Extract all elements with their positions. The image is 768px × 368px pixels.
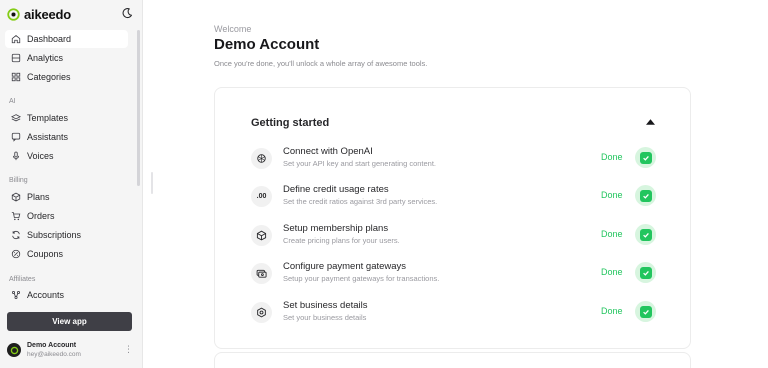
sidebar-item-voices[interactable]: Voices: [5, 147, 128, 165]
user-email: hey@aikeedo.com: [27, 351, 81, 358]
sidebar-item-dashboard[interactable]: Dashboard: [5, 30, 128, 48]
task-checkbox[interactable]: [635, 147, 656, 168]
sidebar-item-templates[interactable]: Templates: [5, 109, 128, 127]
sidebar-item-coupons[interactable]: Coupons: [5, 245, 128, 263]
sidebar-item-label: Analytics: [27, 53, 64, 63]
task-title: Set business details: [283, 300, 368, 311]
check-icon: [639, 189, 652, 202]
task-connect-openai[interactable]: Connect with OpenAI Set your API key and…: [251, 145, 657, 175]
sidebar-item-assistants[interactable]: Assistants: [5, 128, 128, 146]
task-status: Done: [601, 229, 623, 239]
task-checkbox[interactable]: [635, 301, 656, 322]
task-checkbox[interactable]: [635, 224, 656, 245]
layers-icon: [11, 114, 21, 122]
check-icon: [639, 228, 652, 241]
avatar-logo-icon: [10, 346, 18, 354]
task-title: Setup membership plans: [283, 223, 389, 234]
coupon-icon: [11, 249, 21, 259]
brand[interactable]: aikeedo: [7, 7, 71, 22]
task-membership-plans[interactable]: Setup membership plans Create pricing pl…: [251, 222, 657, 252]
page-title: Demo Account: [214, 36, 320, 53]
sidebar-scrollbar[interactable]: [137, 30, 140, 186]
section-label-ai: AI: [9, 98, 16, 105]
mic-icon: [12, 151, 20, 161]
task-credit-rates[interactable]: .00 Define credit usage rates Set the cr…: [251, 183, 657, 213]
sidebar-item-orders[interactable]: Orders: [5, 207, 128, 225]
chat-icon: [11, 132, 21, 142]
task-checkbox[interactable]: [635, 262, 656, 283]
getting-started-card: Getting started Connect with OpenAI Set …: [214, 87, 691, 349]
avatar: [7, 343, 21, 357]
check-icon: [639, 266, 652, 279]
task-description: Create pricing plans for your users.: [283, 236, 400, 245]
sidebar-item-label: Orders: [27, 211, 55, 221]
moon-icon[interactable]: [121, 7, 133, 19]
task-status: Done: [601, 267, 623, 277]
share-icon: [12, 291, 20, 299]
home-icon: [11, 34, 21, 44]
sidebar-item-plans[interactable]: Plans: [5, 188, 128, 206]
sidebar-item-categories[interactable]: Categories: [5, 68, 128, 86]
openai-icon: [251, 148, 272, 169]
sidebar: aikeedo Dashboard Analytics Categories A…: [0, 0, 143, 368]
sidebar-item-label: Dashboard: [27, 34, 72, 44]
sidebar-resize-handle[interactable]: [151, 172, 153, 194]
sidebar-item-accounts[interactable]: Accounts: [5, 286, 128, 304]
more-options-icon[interactable]: ⋮: [124, 344, 133, 355]
credit-rate-icon: .00: [251, 186, 272, 207]
task-status: Done: [601, 190, 623, 200]
sidebar-item-label: Assistants: [27, 132, 69, 142]
sidebar-item-label: Plans: [27, 192, 50, 202]
task-title: Define credit usage rates: [283, 184, 389, 195]
task-description: Set your API key and start generating co…: [283, 159, 437, 168]
card-icon: [251, 263, 272, 284]
aikeedo-logo-icon: [7, 8, 20, 21]
collapse-caret-icon[interactable]: [646, 119, 655, 125]
hexagon-icon: [251, 302, 272, 323]
task-payment-gateways[interactable]: Configure payment gateways Setup your pa…: [251, 260, 657, 290]
task-description: Set the credit ratios against 3rd party …: [283, 197, 438, 206]
check-icon: [639, 305, 652, 318]
task-status: Done: [601, 306, 623, 316]
sidebar-item-label: Subscriptions: [27, 230, 82, 240]
sidebar-item-analytics[interactable]: Analytics: [5, 49, 128, 67]
sidebar-item-subscriptions[interactable]: Subscriptions: [5, 226, 128, 244]
section-label-billing: Billing: [9, 177, 28, 184]
task-checkbox[interactable]: [635, 185, 656, 206]
user-profile[interactable]: Demo Account hey@aikeedo.com ⋮: [7, 341, 135, 361]
sidebar-item-label: Voices: [27, 151, 54, 161]
next-card: [214, 352, 691, 368]
card-title: Getting started: [251, 117, 330, 129]
task-title: Connect with OpenAI: [283, 146, 373, 157]
task-title: Configure payment gateways: [283, 261, 407, 272]
check-icon: [639, 151, 652, 164]
chart-icon: [11, 53, 21, 63]
task-description: Set your business details: [283, 313, 367, 322]
cart-icon: [11, 212, 21, 221]
task-business-details[interactable]: Set business details Set your business d…: [251, 299, 657, 329]
sidebar-item-label: Templates: [27, 113, 69, 123]
page-subtitle: Once you're done, you'll unlock a whole …: [214, 59, 428, 68]
brand-name: aikeedo: [24, 7, 72, 22]
sidebar-item-label: Categories: [27, 72, 71, 82]
grid-icon: [11, 72, 21, 82]
section-label-affiliates: Affiliates: [9, 276, 36, 283]
sidebar-item-label: Accounts: [27, 290, 65, 300]
task-status: Done: [601, 152, 623, 162]
refresh-icon: [12, 230, 20, 240]
sidebar-item-label: Coupons: [27, 249, 64, 259]
box-icon: [11, 192, 21, 202]
view-app-button[interactable]: View app: [7, 312, 132, 331]
box-icon: [251, 225, 272, 246]
task-description: Setup your payment gateways for transact…: [283, 274, 440, 283]
user-name: Demo Account: [27, 342, 77, 349]
welcome-label: Welcome: [214, 24, 252, 34]
